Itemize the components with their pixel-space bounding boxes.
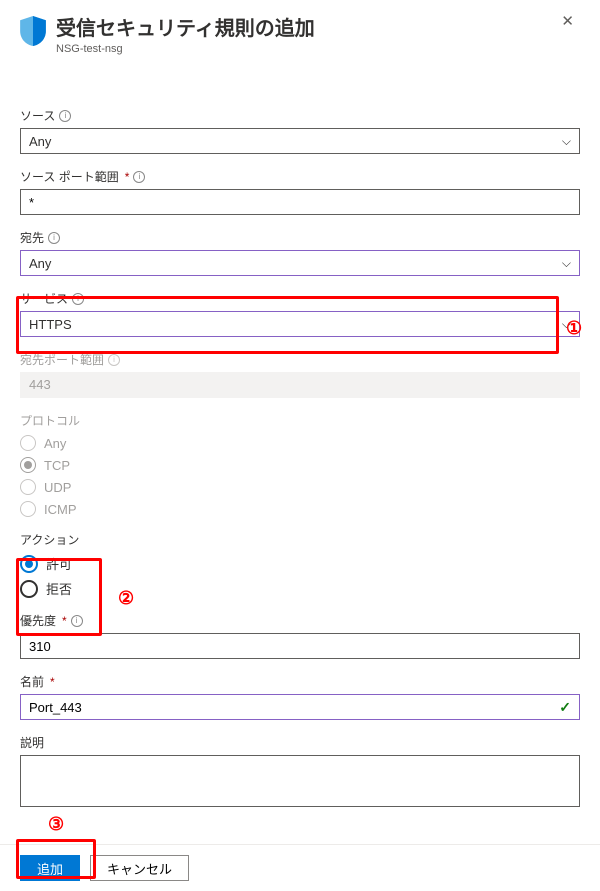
- destination-label: 宛先: [20, 229, 44, 246]
- action-radio-group: 許可 拒否: [20, 554, 580, 598]
- dest-port-input: 443: [20, 372, 580, 398]
- name-label: 名前: [20, 673, 44, 690]
- close-button[interactable]: ✕: [555, 12, 580, 31]
- required-mark: *: [50, 675, 55, 689]
- panel-title: 受信セキュリティ規則の追加: [56, 12, 545, 41]
- valid-check-icon: ✓: [559, 699, 571, 716]
- priority-label: 優先度: [20, 612, 56, 629]
- info-icon[interactable]: i: [133, 171, 145, 183]
- panel-footer: 追加 キャンセル: [0, 844, 600, 891]
- action-allow-radio[interactable]: 許可: [20, 554, 580, 573]
- description-input[interactable]: [20, 755, 580, 807]
- chevron-down-icon: ⌵: [562, 317, 571, 332]
- source-port-label: ソース ポート範囲: [20, 168, 119, 185]
- protocol-tcp-radio: TCP: [20, 457, 580, 473]
- destination-select[interactable]: Any ⌵: [20, 250, 580, 276]
- protocol-any-radio: Any: [20, 435, 580, 451]
- service-label: サービス: [20, 290, 68, 307]
- protocol-label: プロトコル: [20, 412, 80, 429]
- required-mark: *: [125, 170, 130, 184]
- source-port-input[interactable]: [20, 189, 580, 215]
- add-button[interactable]: 追加: [20, 855, 80, 881]
- action-label: アクション: [20, 531, 79, 548]
- source-select[interactable]: Any ⌵: [20, 128, 580, 154]
- source-label: ソース: [20, 107, 55, 124]
- chevron-down-icon: ⌵: [562, 134, 571, 149]
- chevron-down-icon: ⌵: [562, 256, 571, 271]
- name-input[interactable]: ✓: [20, 694, 580, 720]
- info-icon[interactable]: i: [71, 615, 83, 627]
- panel-subtitle: NSG-test-nsg: [56, 43, 545, 55]
- required-mark: *: [62, 614, 67, 628]
- priority-input[interactable]: [20, 633, 580, 659]
- cancel-button[interactable]: キャンセル: [90, 855, 189, 881]
- description-label: 説明: [20, 734, 44, 751]
- info-icon: i: [108, 354, 120, 366]
- service-select[interactable]: HTTPS ⌵: [20, 311, 580, 337]
- protocol-radio-group: Any TCP UDP ICMP: [20, 435, 580, 517]
- shield-icon: [20, 16, 46, 46]
- info-icon[interactable]: i: [72, 293, 84, 305]
- info-icon[interactable]: i: [48, 232, 60, 244]
- action-deny-radio[interactable]: 拒否: [20, 579, 580, 598]
- protocol-udp-radio: UDP: [20, 479, 580, 495]
- dest-port-label: 宛先ポート範囲: [20, 351, 104, 368]
- protocol-icmp-radio: ICMP: [20, 501, 580, 517]
- panel-header: 受信セキュリティ規則の追加 NSG-test-nsg ✕: [20, 12, 580, 55]
- info-icon[interactable]: i: [59, 110, 71, 122]
